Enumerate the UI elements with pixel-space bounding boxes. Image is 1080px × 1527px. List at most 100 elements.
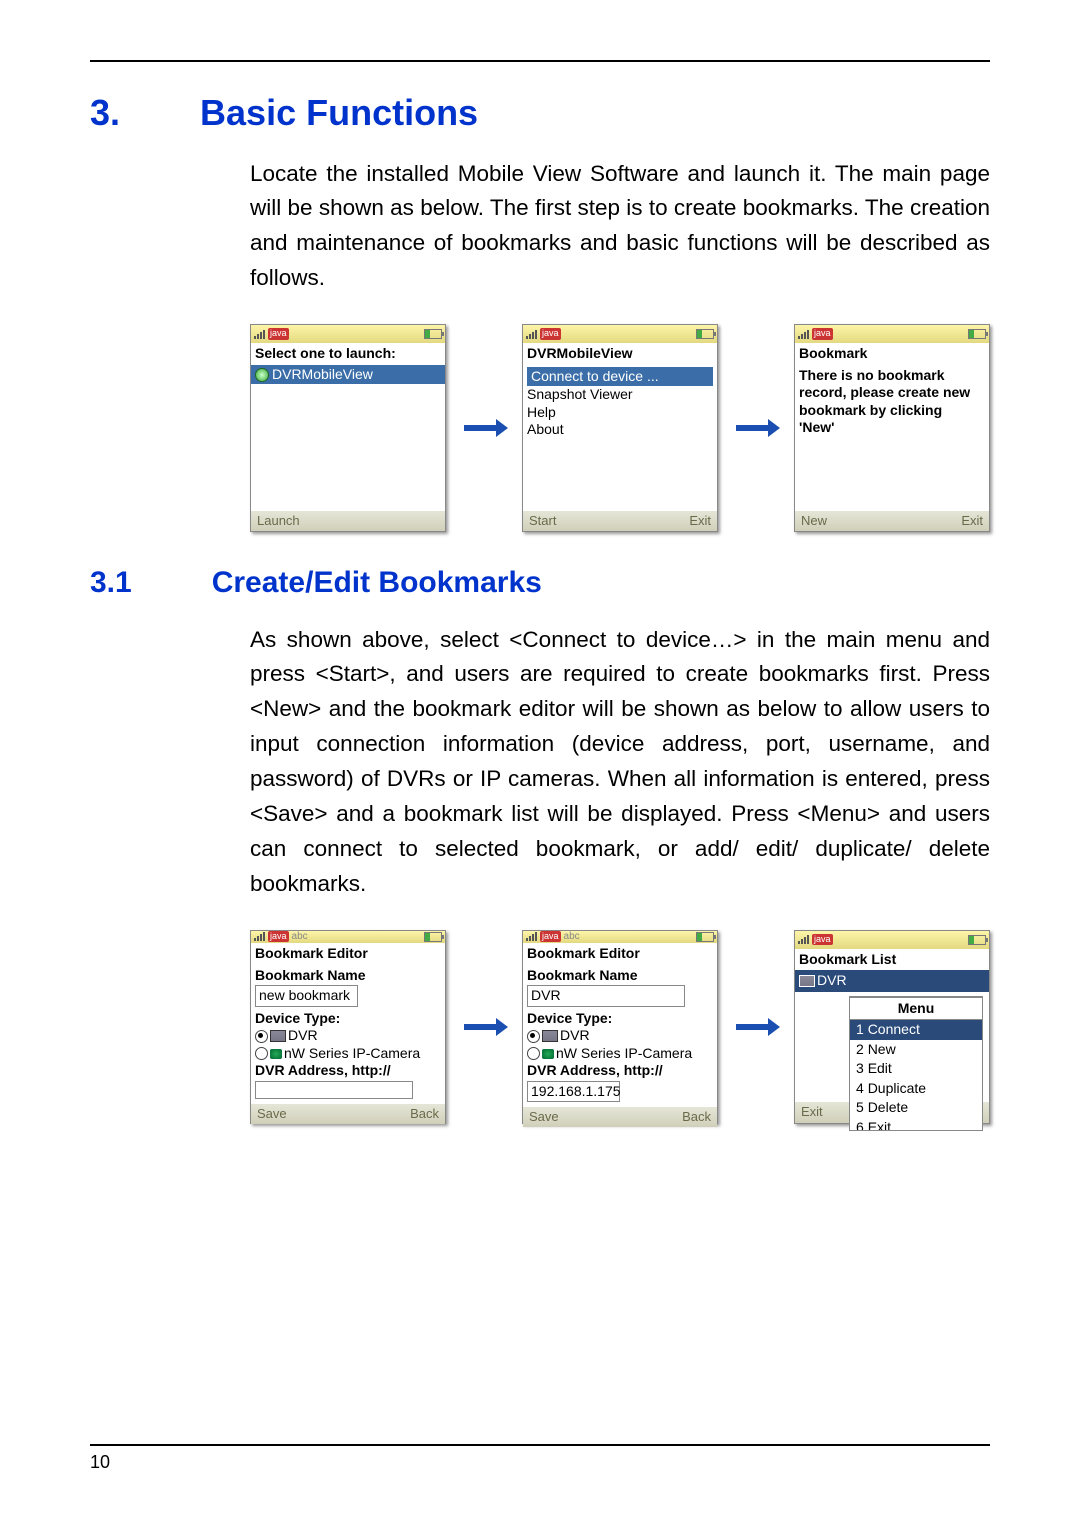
- subsection-title: Create/Edit Bookmarks: [212, 566, 542, 600]
- menu-label: Duplicate: [868, 1080, 926, 1096]
- menu-item-connect[interactable]: 1 Connect: [850, 1020, 982, 1040]
- arrow-right-icon: [732, 1020, 780, 1034]
- menu-item-exit[interactable]: 6 Exit: [850, 1118, 982, 1130]
- softkey-left[interactable]: Launch: [257, 513, 300, 529]
- screen-title: Bookmark: [795, 343, 989, 365]
- java-badge: java: [540, 931, 561, 942]
- menu-index: 1: [856, 1021, 864, 1037]
- screen-title: DVRMobileView: [523, 343, 717, 365]
- menu-label: Delete: [868, 1099, 908, 1115]
- camera-icon: [542, 1049, 554, 1059]
- section-title: Basic Functions: [200, 92, 478, 134]
- list-row-dvr[interactable]: DVR: [795, 970, 989, 992]
- softkey-left[interactable]: New: [801, 513, 827, 529]
- menu-item-help[interactable]: Help: [527, 404, 713, 422]
- softkey-left[interactable]: Save: [529, 1109, 559, 1125]
- signal-icon: [526, 330, 537, 339]
- camera-icon: [270, 1049, 282, 1059]
- radio-label: nW Series IP-Camera: [284, 1045, 420, 1061]
- menu-item-snapshot[interactable]: Snapshot Viewer: [527, 386, 713, 404]
- menu-item-delete[interactable]: 5 Delete: [850, 1098, 982, 1118]
- menu-item-about[interactable]: About: [527, 421, 713, 439]
- arrow-right-icon: [732, 421, 780, 435]
- menu-item-new[interactable]: 2 New: [850, 1040, 982, 1060]
- launch-screen: java Select one to launch: DVRMobileView…: [250, 324, 446, 532]
- radio-icon: [527, 1047, 540, 1060]
- screen-title: Select one to launch:: [251, 343, 445, 365]
- radio-dvr[interactable]: DVR: [255, 1027, 441, 1045]
- section-heading: 3. Basic Functions: [90, 92, 990, 134]
- menu-index: 4: [856, 1080, 864, 1096]
- bookmark-editor-blank: java abc Bookmark Editor Bookmark Name n…: [250, 930, 446, 1124]
- signal-icon: [798, 935, 809, 944]
- empty-msg-line: There is no bookmark: [799, 367, 985, 385]
- figure-row-1: java Select one to launch: DVRMobileView…: [250, 324, 990, 532]
- softkey-right[interactable]: Back: [682, 1109, 711, 1125]
- figure-row-2: java abc Bookmark Editor Bookmark Name n…: [250, 930, 990, 1124]
- dvr-icon: [270, 1030, 286, 1042]
- radio-label: DVR: [560, 1027, 590, 1043]
- subsection-heading: 3.1 Create/Edit Bookmarks: [90, 566, 990, 600]
- bookmark-editor-filled: java abc Bookmark Editor Bookmark Name D…: [522, 930, 718, 1124]
- softkey-right[interactable]: Back: [410, 1106, 439, 1122]
- input-dvr-address[interactable]: [255, 1081, 413, 1099]
- bookmark-empty-screen: java Bookmark There is no bookmark recor…: [794, 324, 990, 532]
- list-item-label: DVRMobileView: [272, 366, 373, 382]
- softkey-left[interactable]: Exit: [801, 1104, 823, 1120]
- menu-label: New: [868, 1041, 896, 1057]
- subsection-paragraph: As shown above, select <Connect to devic…: [250, 623, 990, 902]
- input-bookmark-name[interactable]: new bookmark: [255, 985, 358, 1007]
- softkey-left[interactable]: Save: [257, 1106, 287, 1122]
- menu-index: 6: [856, 1119, 864, 1130]
- empty-msg-line: record, please create new: [799, 384, 985, 402]
- label-dvr-address: DVR Address, http://: [527, 1062, 713, 1080]
- section-number: 3.: [90, 92, 120, 134]
- input-dvr-address[interactable]: 192.168.1.175: [527, 1081, 620, 1103]
- radio-label: DVR: [288, 1027, 318, 1043]
- label-device-type: Device Type:: [255, 1010, 441, 1028]
- label-device-type: Device Type:: [527, 1010, 713, 1028]
- softkey-right[interactable]: Exit: [961, 513, 983, 529]
- softkey-left[interactable]: Start: [529, 513, 556, 529]
- radio-icon: [255, 1030, 268, 1043]
- radio-ipcam[interactable]: nW Series IP-Camera: [527, 1045, 713, 1063]
- input-bookmark-name[interactable]: DVR: [527, 985, 685, 1007]
- radio-ipcam[interactable]: nW Series IP-Camera: [255, 1045, 441, 1063]
- dvr-icon: [799, 975, 815, 987]
- main-menu-screen: java DVRMobileView Connect to device ...…: [522, 324, 718, 532]
- screen-title: Bookmark Editor: [251, 943, 445, 965]
- menu-index: 2: [856, 1041, 864, 1057]
- empty-msg-line: bookmark by clicking: [799, 402, 985, 420]
- menu-item-edit[interactable]: 3 Edit: [850, 1059, 982, 1079]
- status-bar: java: [251, 325, 445, 343]
- input-mode-indicator: abc: [292, 931, 308, 944]
- list-row-label: DVR: [817, 972, 847, 988]
- battery-icon: [696, 329, 714, 339]
- status-bar: java: [795, 931, 989, 949]
- arrow-right-icon: [460, 1020, 508, 1034]
- battery-icon: [424, 329, 442, 339]
- java-badge: java: [540, 328, 561, 339]
- input-mode-indicator: abc: [564, 931, 580, 944]
- subsection-number: 3.1: [90, 566, 132, 600]
- dvr-icon: [542, 1030, 558, 1042]
- label-dvr-address: DVR Address, http://: [255, 1062, 441, 1080]
- empty-msg-line: 'New': [799, 419, 985, 437]
- radio-dvr[interactable]: DVR: [527, 1027, 713, 1045]
- app-orb-icon: [255, 368, 269, 382]
- popup-menu-title: Menu: [850, 997, 982, 1021]
- signal-icon: [798, 330, 809, 339]
- menu-index: 3: [856, 1060, 864, 1076]
- menu-index: 5: [856, 1099, 864, 1115]
- intro-paragraph: Locate the installed Mobile View Softwar…: [250, 157, 990, 297]
- top-rule: [90, 60, 990, 62]
- screen-title: Bookmark Editor: [523, 943, 717, 965]
- signal-icon: [526, 932, 537, 941]
- java-badge: java: [268, 931, 289, 942]
- list-item-dvrmobileview[interactable]: DVRMobileView: [251, 365, 445, 385]
- menu-item-duplicate[interactable]: 4 Duplicate: [850, 1079, 982, 1099]
- menu-label: Edit: [868, 1060, 892, 1076]
- menu-item-connect[interactable]: Connect to device ...: [527, 367, 713, 387]
- signal-icon: [254, 932, 265, 941]
- softkey-right[interactable]: Exit: [689, 513, 711, 529]
